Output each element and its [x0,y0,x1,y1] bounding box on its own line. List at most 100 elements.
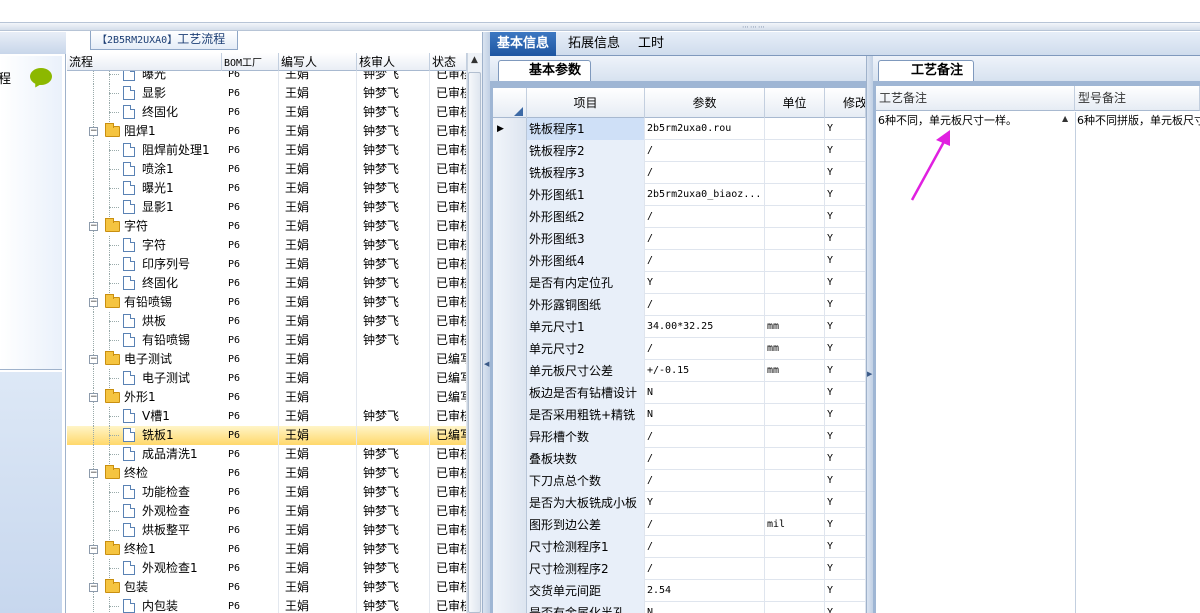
param-modify-cell[interactable]: Y [825,184,866,206]
tree-scroll-thumb[interactable] [468,72,481,613]
splitter-left-arrow-icon[interactable]: ◀ [484,360,489,368]
tab-process-remarks[interactable]: 工艺备注 [878,60,974,81]
param-item-cell[interactable]: 是否有金属化半孔 [527,602,645,613]
tab-basic-info[interactable]: 基本信息 [490,32,557,56]
param-value-cell[interactable]: / [645,140,765,162]
param-unit-cell[interactable] [765,206,825,228]
param-unit-cell[interactable] [765,294,825,316]
param-value-cell[interactable]: / [645,448,765,470]
param-value-cell[interactable]: / [645,514,765,536]
tree-row[interactable]: 烘板整平 P6王娟钟梦飞已审核 [67,521,467,540]
tree-row[interactable]: 内包装 P6王娟钟梦飞已审核 [67,597,467,613]
param-item-cell[interactable]: 异形槽个数 [527,426,645,448]
top-splitter[interactable] [0,22,1200,31]
param-unit-cell[interactable] [765,426,825,448]
param-unit-cell[interactable] [765,272,825,294]
col-modify[interactable]: 修改 [825,88,866,118]
param-value-cell[interactable]: / [645,338,765,360]
tree-row[interactable]: 曝光1 P6王娟钟梦飞已审核 [67,179,467,198]
collapse-toggle-icon[interactable]: − [89,469,98,478]
param-row[interactable]: 是否为大板铣成小板 Y Y [493,492,866,514]
right-vertical-splitter[interactable] [866,56,873,613]
param-modify-cell[interactable]: Y [825,602,866,613]
param-modify-cell[interactable]: Y [825,206,866,228]
tree-row[interactable]: 显影1 P6王娟钟梦飞已审核 [67,198,467,217]
param-value-cell[interactable]: / [645,426,765,448]
param-item-cell[interactable]: 单元尺寸1 [527,316,645,338]
param-unit-cell[interactable] [765,118,825,140]
param-item-cell[interactable]: 铣板程序1 [527,118,645,140]
param-modify-cell[interactable]: Y [825,338,866,360]
param-value-cell[interactable]: 2.54 [645,580,765,602]
left-vertical-splitter[interactable] [482,32,490,613]
param-row[interactable]: 外形图纸4/ Y [493,250,866,272]
tree-row[interactable]: − 电子测试 P6王娟 已编写 [67,350,467,369]
tree-row[interactable]: 字符 P6王娟钟梦飞已审核 [67,236,467,255]
param-unit-cell[interactable]: mm [765,316,825,338]
tree-col-reviewer[interactable]: 核审人 [357,53,430,71]
col-unit[interactable]: 单位 [765,88,825,118]
col-param[interactable]: 参数 [645,88,765,118]
param-unit-cell[interactable] [765,382,825,404]
param-modify-cell[interactable]: Y [825,448,866,470]
param-row[interactable]: 异形槽个数 / Y [493,426,866,448]
param-row[interactable]: 外形图纸3/ Y [493,228,866,250]
param-row[interactable]: 外形图纸2/ Y [493,206,866,228]
param-row[interactable]: 铣板程序3/ Y [493,162,866,184]
param-unit-cell[interactable] [765,536,825,558]
param-unit-cell[interactable] [765,448,825,470]
param-row[interactable]: 外形露铜图纸 / Y [493,294,866,316]
tree-row[interactable]: 阻焊前处理1 P6王娟钟梦飞已审核 [67,141,467,160]
param-value-cell[interactable]: / [645,558,765,580]
param-row[interactable]: 交货单元间距 2.54 Y [493,580,866,602]
param-modify-cell[interactable]: Y [825,558,866,580]
param-row[interactable]: 单元尺寸1 34.00*32.25 mm Y [493,316,866,338]
param-modify-cell[interactable]: Y [825,492,866,514]
param-item-cell[interactable]: 外形图纸1 [527,184,645,206]
param-modify-cell[interactable]: Y [825,228,866,250]
tree-col-writer[interactable]: 编写人 [279,53,357,71]
param-row[interactable]: 下刀点总个数 / Y [493,470,866,492]
param-unit-cell[interactable] [765,140,825,162]
collapse-toggle-icon[interactable]: − [89,127,98,136]
tree-col-bom[interactable]: BOM工厂 [222,53,279,71]
param-unit-cell[interactable] [765,492,825,514]
param-item-cell[interactable]: 外形图纸4 [527,250,645,272]
param-unit-cell[interactable] [765,558,825,580]
tree-row[interactable]: 终固化 P6王娟钟梦飞已审核 [67,274,467,293]
chat-bubble-icon[interactable] [30,68,52,85]
param-value-cell[interactable]: / [645,206,765,228]
param-unit-cell[interactable]: mil [765,514,825,536]
collapse-toggle-icon[interactable]: − [89,355,98,364]
param-row[interactable]: 是否采用粗铣+精铣 N Y [493,404,866,426]
param-row[interactable]: 是否有内定位孔 Y Y [493,272,866,294]
param-item-cell[interactable]: 交货单元间距 [527,580,645,602]
param-value-cell[interactable]: Y [645,272,765,294]
param-unit-cell[interactable] [765,602,825,613]
param-modify-cell[interactable]: Y [825,316,866,338]
param-item-cell[interactable]: 是否有内定位孔 [527,272,645,294]
param-modify-cell[interactable]: Y [825,514,866,536]
param-modify-cell[interactable]: Y [825,404,866,426]
param-row[interactable]: 尺寸检测程序2/ Y [493,558,866,580]
param-row[interactable]: 铣板程序2/ Y [493,140,866,162]
param-row[interactable]: 叠板块数 / Y [493,448,866,470]
param-row[interactable]: 单元板尺寸公差 +/-0.15 mm Y [493,360,866,382]
collapse-toggle-icon[interactable]: − [89,393,98,402]
param-value-cell[interactable]: / [645,470,765,492]
param-unit-cell[interactable] [765,470,825,492]
param-value-cell[interactable]: / [645,250,765,272]
param-unit-cell[interactable] [765,162,825,184]
tree-row[interactable]: V槽1 P6王娟钟梦飞已审核 [67,407,467,426]
tree-row[interactable]: 终固化 P6王娟钟梦飞已审核 [67,103,467,122]
param-modify-cell[interactable]: Y [825,118,866,140]
tree-col-flow[interactable]: 流程 [67,53,222,71]
collapse-toggle-icon[interactable]: − [89,583,98,592]
col-item[interactable]: 项目 [527,88,645,118]
model-remark-text[interactable]: 6种不同拼版，单元板尺寸一样。 [1077,112,1200,128]
collapse-toggle-icon[interactable]: − [89,545,98,554]
param-modify-cell[interactable]: Y [825,426,866,448]
param-value-cell[interactable]: / [645,162,765,184]
param-value-cell[interactable]: / [645,294,765,316]
tree-row[interactable]: 外观检查1 P6王娟钟梦飞已审核 [67,559,467,578]
